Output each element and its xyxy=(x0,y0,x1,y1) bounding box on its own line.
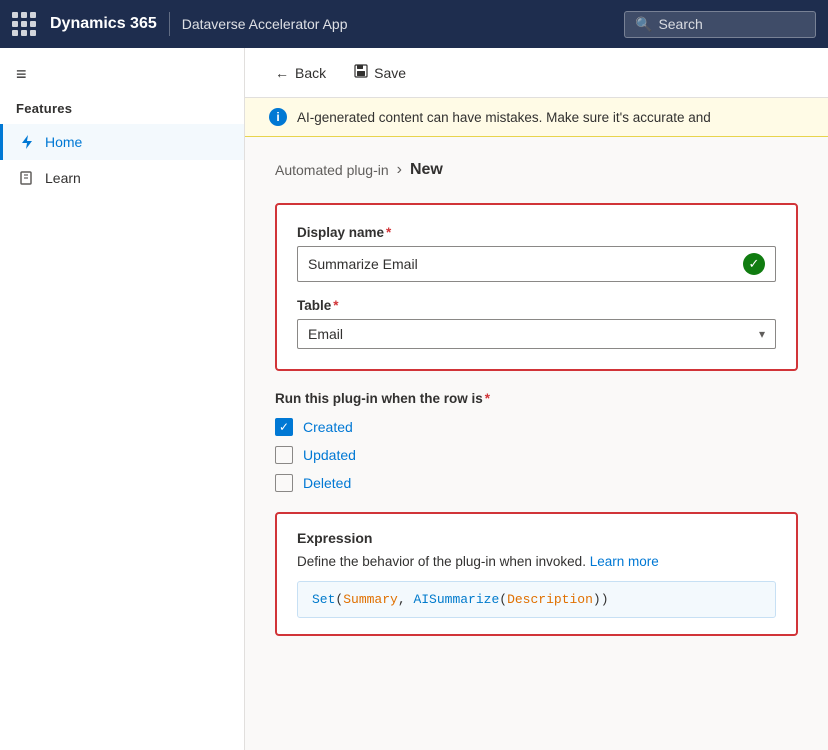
checkbox-check-icon: ✓ xyxy=(279,420,289,434)
checkbox-deleted-box[interactable] xyxy=(275,474,293,492)
expression-title: Expression xyxy=(297,530,776,546)
code-fn-aisummarize: AISummarize xyxy=(413,592,499,607)
table-select-wrap: Email Account Contact Opportunity ▾ xyxy=(297,319,776,349)
toolbar: ← Back Save xyxy=(245,48,828,98)
table-label: Table* xyxy=(297,298,776,313)
validation-check-icon: ✓ xyxy=(743,253,765,275)
expression-code-block: Set(Summary, AISummarize(Description)) xyxy=(297,581,776,618)
code-param-summary: Summary xyxy=(343,592,398,607)
app-title: Dynamics 365 xyxy=(50,15,157,33)
app-subtitle: Dataverse Accelerator App xyxy=(182,16,348,32)
app-grid-icon[interactable] xyxy=(12,12,36,36)
sidebar-item-home-label: Home xyxy=(45,134,82,150)
code-param-description: Description xyxy=(507,592,593,607)
display-name-input[interactable] xyxy=(308,256,743,272)
sidebar-section-title: Features xyxy=(0,93,244,124)
info-banner: i AI-generated content can have mistakes… xyxy=(245,98,828,137)
sidebar-item-home[interactable]: Home xyxy=(0,124,244,160)
learn-more-link[interactable]: Learn more xyxy=(590,554,659,569)
breadcrumb: Automated plug-in › New xyxy=(275,161,798,179)
checkbox-created[interactable]: ✓ Created xyxy=(275,418,798,436)
hamburger-button[interactable]: ≡ xyxy=(0,48,244,93)
top-navigation: Dynamics 365 Dataverse Accelerator App 🔍… xyxy=(0,0,828,48)
trigger-question: Run this plug-in when the row is* xyxy=(275,391,798,406)
save-button[interactable]: Save xyxy=(348,60,412,85)
display-name-field-wrap: ✓ xyxy=(297,246,776,282)
expression-card: Expression Define the behavior of the pl… xyxy=(275,512,798,636)
breadcrumb-parent: Automated plug-in xyxy=(275,162,389,178)
sidebar: ≡ Features Home Learn xyxy=(0,48,245,750)
back-button[interactable]: ← Back xyxy=(269,61,332,85)
lightning-icon xyxy=(19,134,35,150)
book-icon xyxy=(19,170,35,186)
search-icon: 🔍 xyxy=(635,16,652,33)
back-label: Back xyxy=(295,65,326,81)
nav-divider xyxy=(169,12,170,36)
content-area: ← Back Save i AI-generated content can h… xyxy=(245,48,828,750)
search-placeholder: Search xyxy=(658,16,702,32)
checkbox-deleted-label: Deleted xyxy=(303,475,351,491)
checkbox-updated-label: Updated xyxy=(303,447,356,463)
page-body: Automated plug-in › New Display name* ✓ … xyxy=(245,137,828,750)
save-label: Save xyxy=(374,65,406,81)
checkbox-created-box[interactable]: ✓ xyxy=(275,418,293,436)
info-banner-text: AI-generated content can have mistakes. … xyxy=(297,110,711,125)
breadcrumb-separator: › xyxy=(397,161,402,179)
save-icon xyxy=(354,64,368,81)
search-box[interactable]: 🔍 Search xyxy=(624,11,816,38)
code-fn-set: Set xyxy=(312,592,335,607)
expression-description: Define the behavior of the plug-in when … xyxy=(297,554,776,569)
form-card: Display name* ✓ Table* Email Account Con… xyxy=(275,203,798,371)
checkbox-updated[interactable]: Updated xyxy=(275,446,798,464)
checkbox-deleted[interactable]: Deleted xyxy=(275,474,798,492)
back-arrow-icon: ← xyxy=(275,65,289,81)
checkbox-updated-box[interactable] xyxy=(275,446,293,464)
sidebar-item-learn[interactable]: Learn xyxy=(0,160,244,196)
chevron-down-icon: ▾ xyxy=(759,327,765,341)
breadcrumb-current: New xyxy=(410,161,443,179)
trigger-section: Run this plug-in when the row is* ✓ Crea… xyxy=(275,391,798,492)
info-icon: i xyxy=(269,108,287,126)
table-select[interactable]: Email Account Contact Opportunity xyxy=(308,326,759,342)
display-name-label: Display name* xyxy=(297,225,776,240)
sidebar-item-learn-label: Learn xyxy=(45,170,81,186)
checkbox-created-label: Created xyxy=(303,419,353,435)
